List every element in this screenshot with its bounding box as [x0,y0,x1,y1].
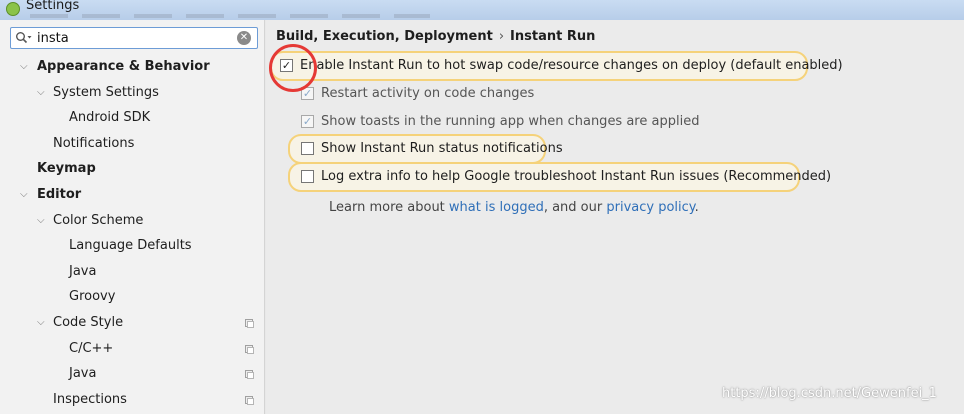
tree-item-label: Java [69,263,97,279]
tree-item-label: Groovy [69,289,116,305]
red-annotation-circle [269,44,317,92]
watermark: https://blog.csdn.net/Gewenfei_1 [722,386,937,401]
breadcrumb: Build, Execution, Deployment › Instant Run [276,29,595,44]
project-scope-icon [245,318,254,328]
learn-more-prefix: Learn more about [329,200,449,215]
learn-more-suffix: . [694,200,699,215]
tree-item-label: System Settings [53,84,159,100]
tree-item-label: Appearance & Behavior [37,59,210,74]
settings-tree: ⌵ Appearance & Behavior ⌵ System Settings An… [0,54,264,412]
chevron-down-icon[interactable]: ⌵ [20,182,28,208]
tree-item-label: Color Scheme [53,212,144,228]
tree-item[interactable]: ⌵ System Settings [0,80,264,106]
window-title: Settings [26,0,80,13]
chevron-down-icon[interactable]: ⌵ [20,54,28,80]
tree-item-label: Inspections [53,391,127,407]
privacy-policy-link[interactable]: privacy policy [606,200,694,215]
tree-item-label: Notifications [53,135,135,151]
project-scope-icon [245,370,254,380]
tree-item-label: Code Style [53,314,124,330]
menu-bar-remnant [30,14,430,18]
learn-more-middle: , and our [543,200,607,215]
tree-item[interactable]: Keymap [0,156,264,182]
tree-item[interactable]: ⌵ Editor [0,182,264,208]
chevron-down-icon[interactable]: ⌵ [37,80,45,106]
project-scope-icon [245,344,254,354]
what-is-logged-link[interactable]: what is logged [449,200,544,215]
tree-item-label: Java [69,366,97,382]
breadcrumb-separator: › [498,29,505,44]
tree-item[interactable]: ⌵ Appearance & Behavior [0,54,264,80]
status-notifications-checkbox[interactable] [301,142,314,155]
tree-item[interactable]: Java [0,259,264,285]
chevron-down-icon[interactable]: ⌵ [37,310,45,336]
tree-item-label: Android SDK [69,110,151,126]
settings-content: Build, Execution, Deployment › Instant Run… [266,20,964,414]
enable-instant-run-label: Enable Instant Run to hot swap code/reso… [300,58,843,73]
title-bar: Settings [0,0,964,20]
clear-search-icon[interactable]: ✕ [237,31,251,45]
tree-item[interactable]: Notifications [0,131,264,157]
tree-item-label: Language Defaults [69,238,192,254]
breadcrumb-current: Instant Run [510,29,596,44]
tree-item-label: Keymap [37,161,96,177]
search-icon [16,32,32,44]
learn-more-text: Learn more about what is logged, and our… [329,200,699,215]
show-toasts-checkbox[interactable]: ✓ [301,115,314,128]
breadcrumb-parent: Build, Execution, Deployment [276,29,493,44]
tree-item[interactable]: C/C++ [0,336,264,362]
settings-sidebar: ✕ ⌵ Appearance & Behavior ⌵ System Settings… [0,20,265,414]
chevron-down-icon[interactable]: ⌵ [37,208,45,234]
tree-item[interactable]: ⌵ Color Scheme [0,208,264,234]
project-scope-icon [245,395,254,405]
tree-item-label: Editor [37,186,82,202]
restart-activity-label: Restart activity on code changes [321,86,535,101]
tree-item[interactable]: Language Defaults [0,233,264,259]
show-toasts-label: Show toasts in the running app when chan… [321,114,700,129]
tree-item[interactable]: ⌵ Code Style [0,310,264,336]
tree-item[interactable]: Android SDK [0,105,264,131]
log-extra-info-label: Log extra info to help Google troublesho… [321,169,832,184]
settings-search-box[interactable]: ✕ [10,27,258,49]
status-notifications-label: Show Instant Run status notifications [321,141,563,156]
search-input[interactable] [37,30,227,46]
tree-item[interactable]: Groovy [0,284,264,310]
tree-item[interactable]: Java [0,361,264,387]
log-extra-info-checkbox[interactable] [301,170,314,183]
tree-item-label: C/C++ [69,340,114,356]
tree-item[interactable]: Inspections [0,387,264,413]
android-studio-icon [6,2,20,16]
